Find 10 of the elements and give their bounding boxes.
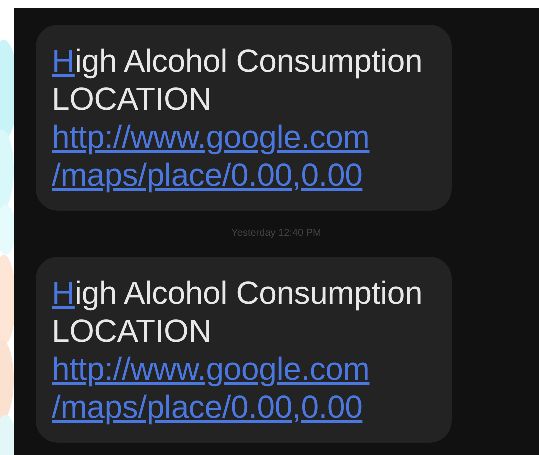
url-link[interactable]: http://www.google.com: [52, 351, 370, 387]
message-title: High Alcohol Consumption: [52, 42, 424, 80]
message-text: LOCATION: [52, 312, 212, 350]
url-link[interactable]: /maps/place/0.00,0.00: [52, 389, 363, 425]
message-text: LOCATION: [52, 80, 212, 118]
url-link[interactable]: http://www.google.com: [52, 119, 370, 155]
url-link[interactable]: /maps/place/0.00,0.00: [52, 157, 363, 193]
message-title: High Alcohol Consumption: [52, 274, 424, 312]
link[interactable]: H: [52, 275, 75, 311]
link[interactable]: H: [52, 43, 75, 79]
